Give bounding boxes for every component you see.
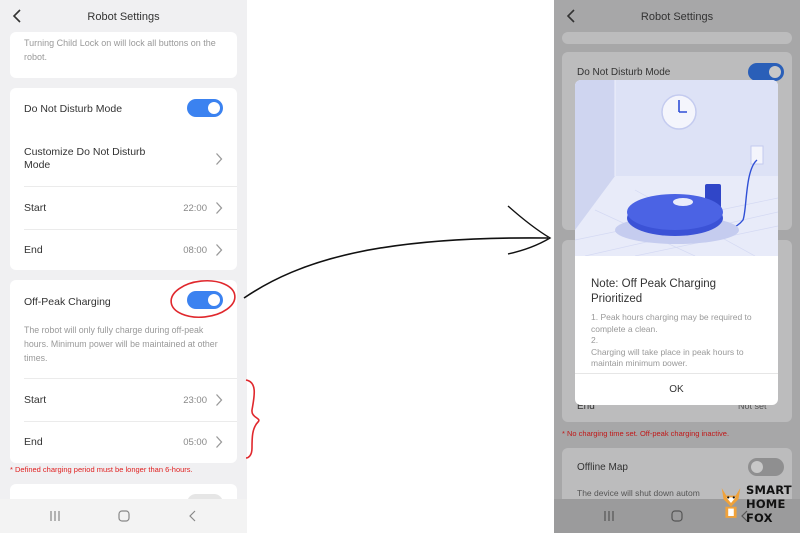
system-nav-bar <box>0 499 247 533</box>
off-peak-toggle[interactable] <box>187 291 223 309</box>
smart-home-fox-logo: SMART HOME FOX <box>718 482 798 528</box>
dnd-toggle[interactable] <box>748 63 784 81</box>
page-title: Robot Settings <box>87 11 160 23</box>
arrow-head-annotation <box>507 205 552 255</box>
top-bar: Robot Settings <box>554 0 800 34</box>
off-peak-end-row[interactable]: End 05:00 <box>10 421 237 463</box>
child-lock-description: Turning Child Lock on will lock all butt… <box>24 38 216 62</box>
logo-line-2: HOME <box>746 497 786 511</box>
logo-line-1: SMART <box>746 483 792 497</box>
off-peak-end-value: 05:00 <box>183 437 207 448</box>
off-peak-row: Off-Peak Charging <box>10 280 237 322</box>
off-peak-end-label: End <box>24 436 43 448</box>
off-peak-description: The robot will only fully charge during … <box>24 325 218 363</box>
dnd-card: Do Not Disturb Mode Customize Do Not Dis… <box>10 88 237 270</box>
dnd-start-label: Start <box>24 202 47 214</box>
logo-line-3: FOX <box>746 511 773 525</box>
chevron-right-icon <box>216 153 223 165</box>
phone-screen-left: Robot Settings Turning Child Lock on wil… <box>0 0 247 533</box>
recent-apps-icon[interactable] <box>602 509 616 523</box>
dialog-body-line-2: 2. <box>591 335 599 345</box>
dnd-end-value: 08:00 <box>183 245 207 256</box>
off-peak-card: Off-Peak Charging The robot will only fu… <box>10 280 237 463</box>
dim-card-top <box>562 32 792 44</box>
off-peak-start-value: 23:00 <box>183 395 207 406</box>
home-icon[interactable] <box>117 509 131 523</box>
top-bar: Robot Settings <box>0 0 247 34</box>
page-title: Robot Settings <box>640 11 714 23</box>
toggle-knob <box>208 294 220 306</box>
toggle-knob <box>751 461 763 473</box>
dnd-toggle[interactable] <box>187 99 223 117</box>
toggle-knob <box>769 66 781 78</box>
arrow-annotation <box>243 237 549 299</box>
offline-map-description: The device will shut down autom <box>577 488 700 498</box>
no-charging-warning: * No charging time set. Off-peak chargin… <box>562 429 730 438</box>
dialog-body-line-1: 1. Peak hours charging may be required t… <box>591 312 752 334</box>
phone-screen-right: Robot Settings Do Not Disturb Mode End N… <box>554 0 800 533</box>
back-nav-icon[interactable] <box>186 509 200 523</box>
dnd-start-row[interactable]: Start 22:00 <box>10 187 237 229</box>
chevron-right-icon <box>216 436 223 448</box>
dnd-end-label: End <box>24 244 43 256</box>
dialog-body: 1. Peak hours charging may be required t… <box>591 312 771 366</box>
toggle-knob <box>208 102 220 114</box>
home-icon[interactable] <box>670 509 684 523</box>
ok-button[interactable]: OK <box>575 384 778 395</box>
customize-dnd-label: Customize Do Not Disturb Mode <box>24 146 146 171</box>
chevron-right-icon <box>216 202 223 214</box>
dnd-row: Do Not Disturb Mode <box>10 88 237 130</box>
fox-icon <box>721 488 741 518</box>
divider <box>575 373 778 374</box>
offline-map-label: Offline Map <box>577 462 628 473</box>
customize-dnd-row[interactable]: Customize Do Not Disturb Mode <box>10 130 237 186</box>
dnd-end-row[interactable]: End 08:00 <box>10 229 237 271</box>
red-bracket-annotation <box>245 379 260 459</box>
dialog-title: Note: Off Peak Charging Prioritized <box>591 278 717 305</box>
dnd-start-value: 22:00 <box>183 203 207 214</box>
recent-apps-icon[interactable] <box>48 509 62 523</box>
child-lock-card: Turning Child Lock on will lock all butt… <box>10 32 237 78</box>
dialog-body-line-3: Charging will take place in peak hours t… <box>591 346 744 367</box>
note-dialog: Note: Off Peak Charging Prioritized 1. P… <box>575 80 778 405</box>
dnd-label: Do Not Disturb Mode <box>24 103 123 115</box>
offline-map-toggle[interactable] <box>748 458 784 476</box>
charging-period-warning: * Defined charging period must be longer… <box>10 465 193 474</box>
off-peak-start-label: Start <box>24 394 47 406</box>
chevron-right-icon <box>216 244 223 256</box>
off-peak-label: Off-Peak Charging <box>24 296 111 308</box>
chevron-right-icon <box>216 394 223 406</box>
robot-charging-illustration <box>575 80 778 256</box>
off-peak-start-row[interactable]: Start 23:00 <box>10 379 237 421</box>
dnd-label: Do Not Disturb Mode <box>577 67 671 78</box>
